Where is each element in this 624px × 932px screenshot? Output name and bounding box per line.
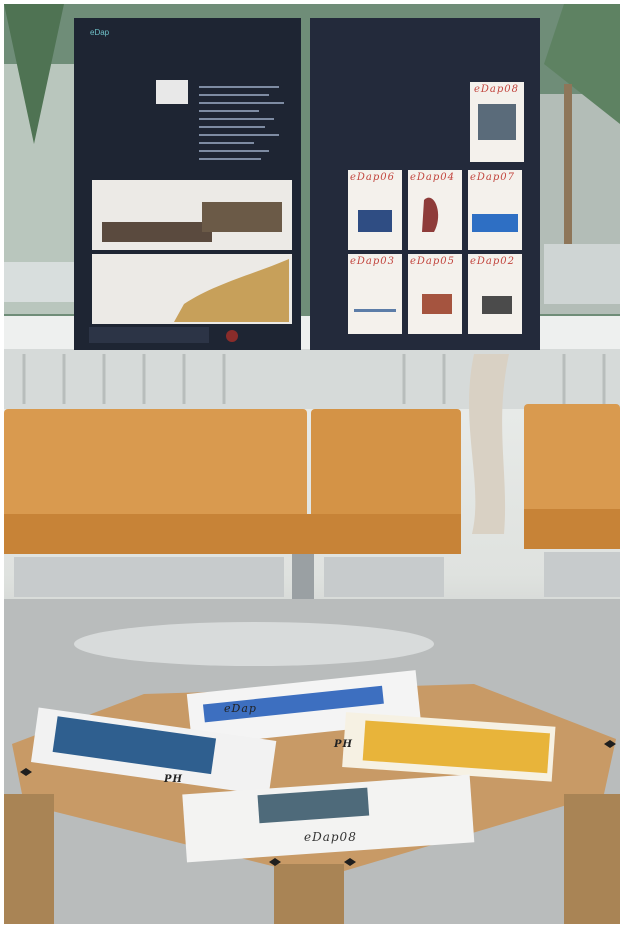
poster-cover-label: eDap06 [350, 172, 396, 183]
scene-illustration [4, 4, 620, 924]
poster-left-title: eDap [90, 28, 110, 37]
poster-cover-label: eDap04 [410, 172, 456, 183]
poster-cover-label: eDap07 [470, 172, 516, 183]
exhibition-photo: eDap eDap08 eDap06 eDap04 eDap07 eDap03 … [4, 4, 620, 924]
poster-cover-label: eDap03 [350, 256, 396, 267]
book-label: eDap [224, 702, 257, 715]
poster-cover-label: eDap02 [470, 256, 516, 267]
book-label: PH [334, 739, 353, 750]
poster-cover-label: eDap05 [410, 256, 456, 267]
book-label: eDap08 [304, 830, 357, 844]
poster-cover-label: eDap08 [474, 84, 520, 95]
book-label: PH [164, 774, 183, 785]
